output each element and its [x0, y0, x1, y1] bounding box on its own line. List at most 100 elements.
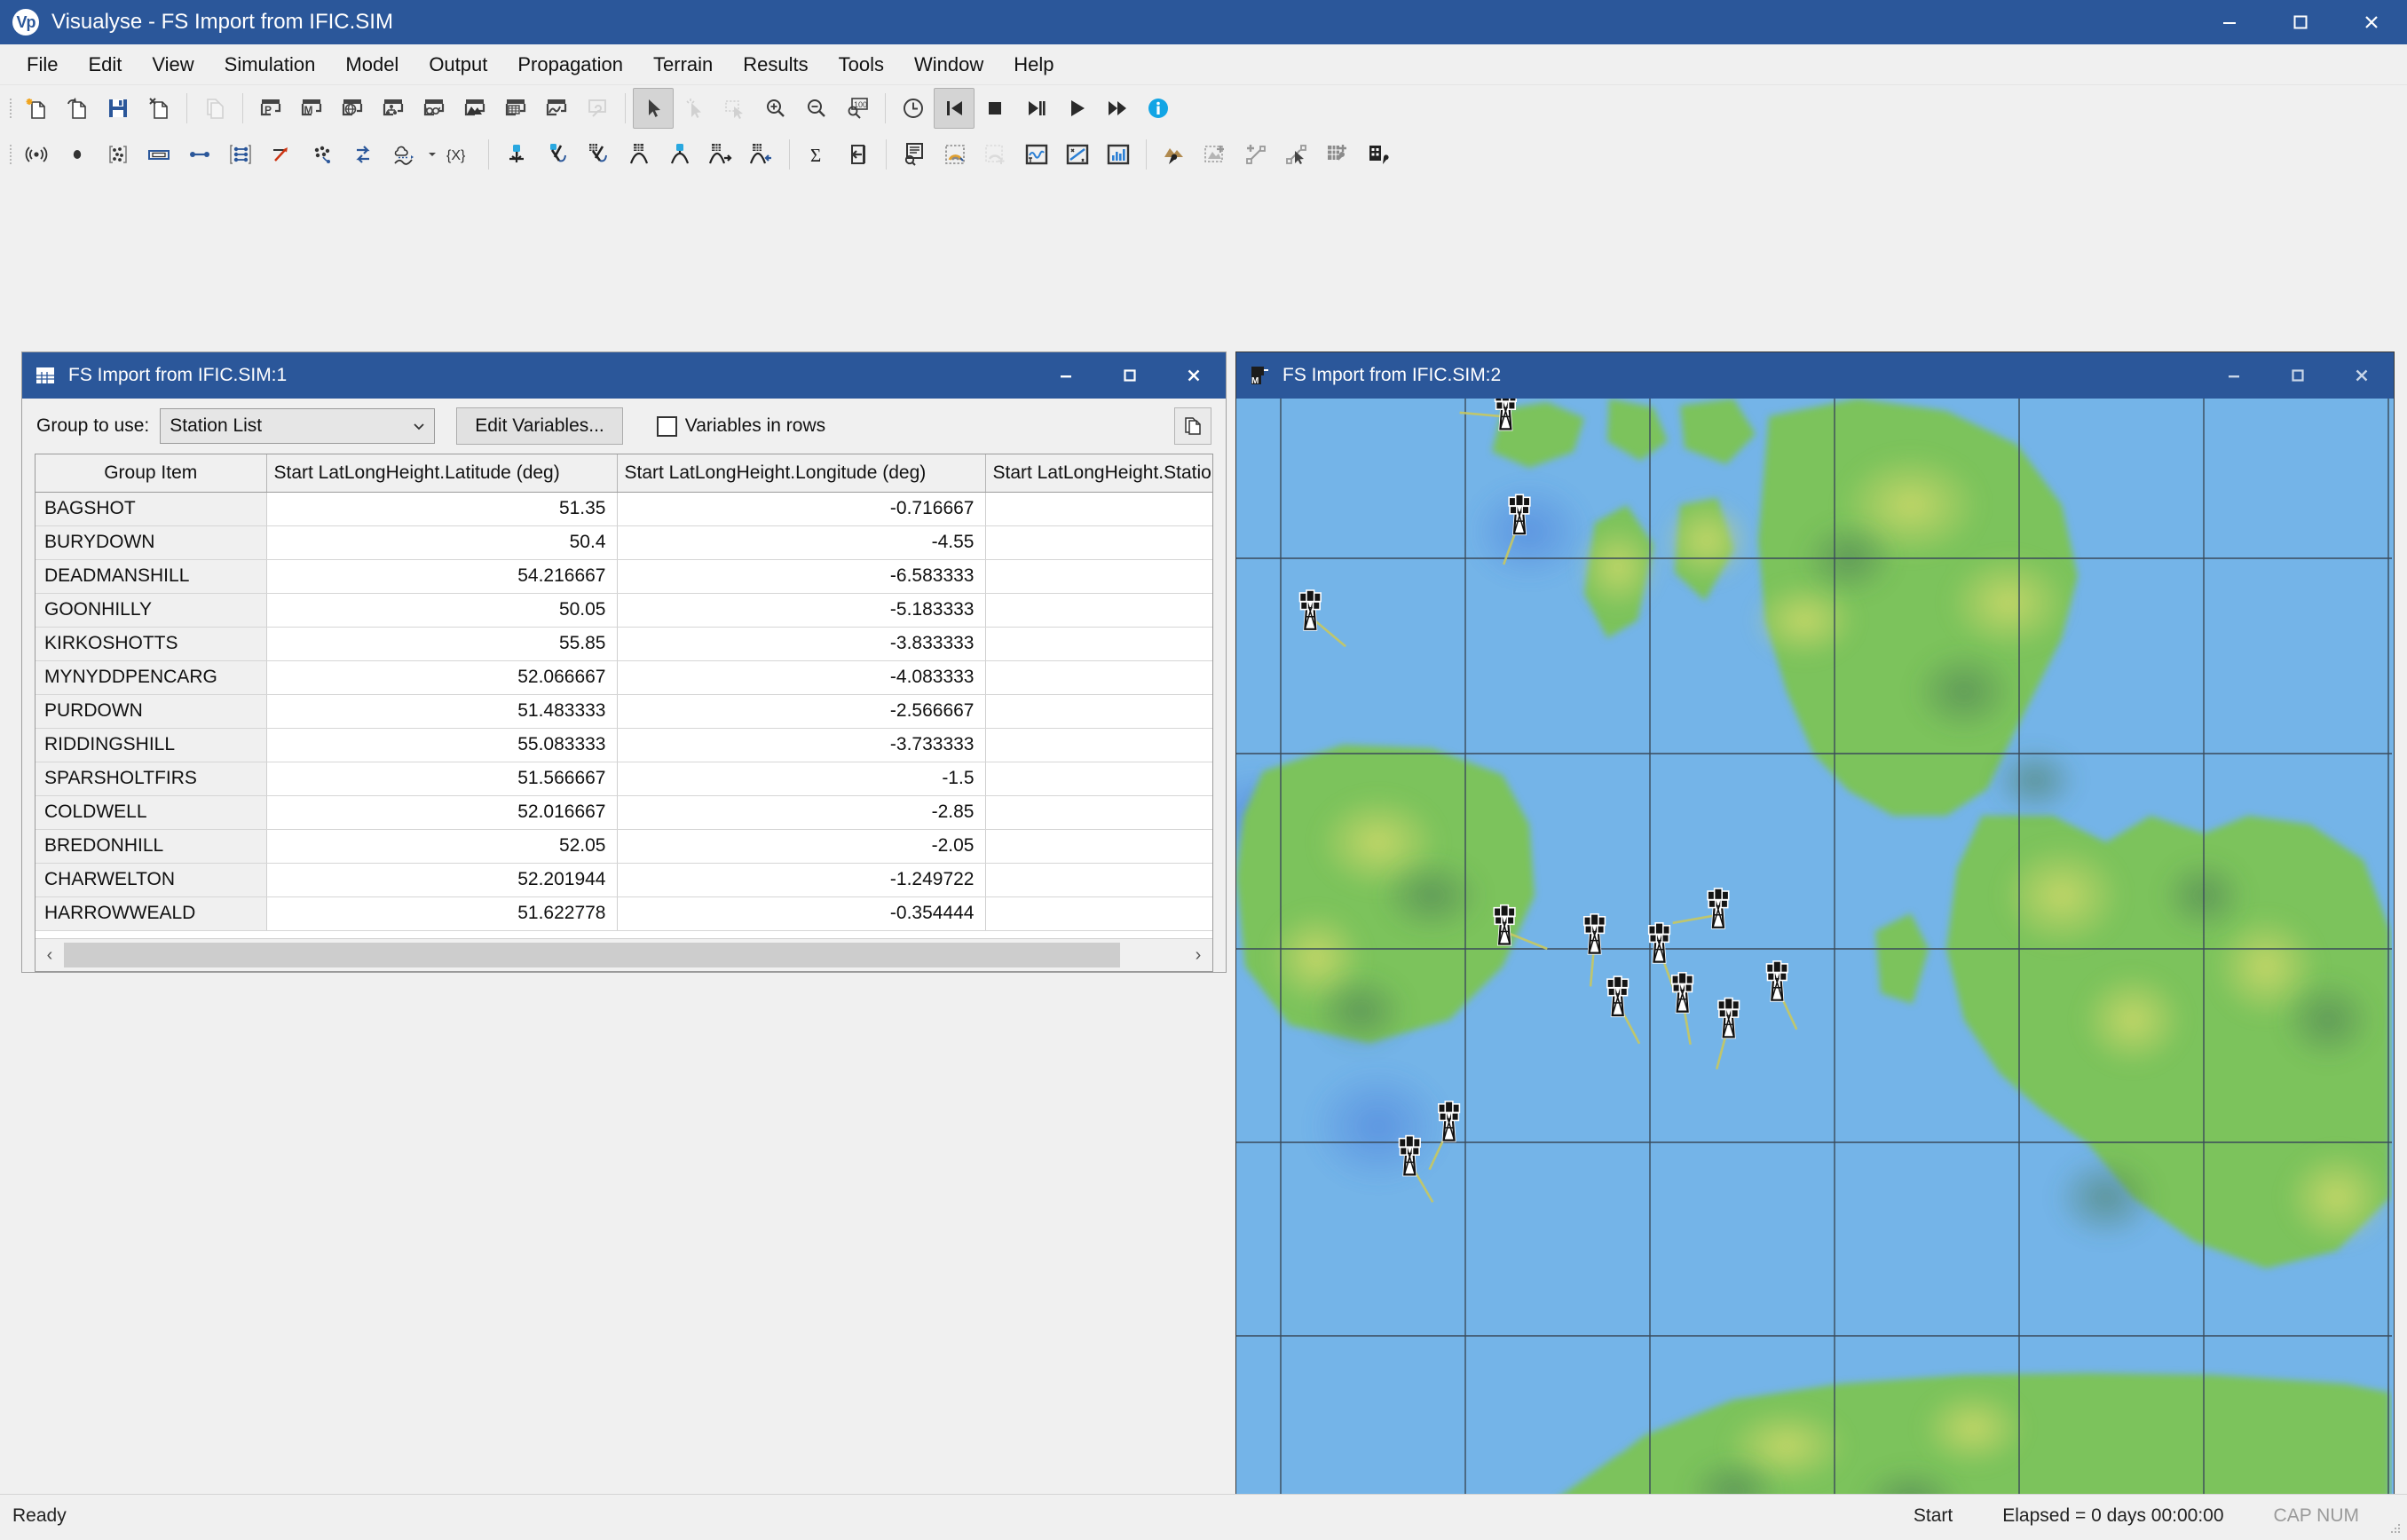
- vector-icon[interactable]: [261, 134, 302, 175]
- watch-window-icon[interactable]: [414, 88, 454, 129]
- import-icon[interactable]: [838, 134, 879, 175]
- variables-icon[interactable]: {X}: [440, 134, 481, 175]
- cell-height[interactable]: 20.0: [985, 896, 1212, 931]
- scroll-thumb[interactable]: [64, 943, 1120, 967]
- toolbar-grip[interactable]: [5, 139, 16, 170]
- menu-propagation[interactable]: Propagation: [503, 48, 637, 82]
- cell-height[interactable]: 20.0: [985, 593, 1212, 628]
- table-row[interactable]: SPARSHOLTFIRS51.566667-1.520.0: [36, 762, 1212, 796]
- new-file-icon[interactable]: [16, 88, 57, 129]
- cell-longitude[interactable]: -0.354444: [617, 896, 986, 931]
- cell-group-item[interactable]: BAGSHOT: [36, 492, 267, 526]
- terrain-settings-icon[interactable]: [1154, 134, 1195, 175]
- bar-plot-icon[interactable]: [1098, 134, 1139, 175]
- cell-longitude[interactable]: -4.55: [617, 525, 986, 560]
- cell-group-item[interactable]: COLDWELL: [36, 795, 267, 830]
- table-row[interactable]: GOONHILLY50.05-5.18333320.0: [36, 593, 1212, 628]
- chevron-down-icon[interactable]: [424, 135, 440, 174]
- toolbar-grip[interactable]: [5, 93, 16, 123]
- rx-station-icon[interactable]: [659, 134, 700, 175]
- cell-height[interactable]: 20.0: [985, 559, 1212, 594]
- stop-icon[interactable]: [975, 88, 1015, 129]
- table-row[interactable]: DEADMANSHILL54.216667-6.58333320.0: [36, 559, 1212, 594]
- rectangle-icon[interactable]: [138, 134, 179, 175]
- cell-height[interactable]: 20.0: [985, 660, 1212, 695]
- cell-latitude[interactable]: 54.216667: [266, 559, 618, 594]
- fast-forward-icon[interactable]: [1097, 88, 1138, 129]
- cell-height[interactable]: 20.0: [985, 762, 1212, 796]
- cell-group-item[interactable]: HARROWWEALD: [36, 896, 267, 931]
- model-window-icon[interactable]: M: [291, 88, 332, 129]
- table-row[interactable]: BURYDOWN50.4-4.5520.0: [36, 525, 1212, 560]
- grid-link-icon[interactable]: [578, 134, 619, 175]
- table-row[interactable]: PURDOWN51.483333-2.56666720.0: [36, 694, 1212, 729]
- variables-in-rows-checkbox[interactable]: [656, 415, 677, 437]
- cell-latitude[interactable]: 51.566667: [266, 762, 618, 796]
- cell-height[interactable]: 20.0: [985, 863, 1212, 897]
- cell-height[interactable]: 20.0: [985, 627, 1212, 661]
- cell-height[interactable]: 20.0: [985, 795, 1212, 830]
- close-file-icon[interactable]: [138, 88, 179, 129]
- group-to-use-select[interactable]: Station List: [160, 408, 436, 444]
- weather-path-icon[interactable]: [383, 134, 424, 175]
- grid-out-icon[interactable]: [700, 134, 741, 175]
- cell-latitude[interactable]: 55.083333: [266, 728, 618, 762]
- cell-group-item[interactable]: CHARWELTON: [36, 863, 267, 897]
- play-icon[interactable]: [1056, 88, 1097, 129]
- step-icon[interactable]: [1015, 88, 1056, 129]
- cell-height[interactable]: 20.0: [985, 492, 1212, 526]
- map-close-button[interactable]: [2330, 352, 2394, 399]
- menu-model[interactable]: Model: [331, 48, 413, 82]
- copy-to-clipboard-button[interactable]: [1174, 407, 1211, 445]
- scroll-left-button[interactable]: ‹: [36, 940, 64, 970]
- cell-height[interactable]: 20.0: [985, 728, 1212, 762]
- point-icon[interactable]: [57, 134, 98, 175]
- menu-window[interactable]: Window: [900, 48, 998, 82]
- buildings-add-icon[interactable]: [1317, 134, 1358, 175]
- results-log-icon[interactable]: [894, 134, 935, 175]
- horizontal-scrollbar[interactable]: ‹ ›: [36, 938, 1212, 971]
- map-minimize-button[interactable]: [2202, 352, 2266, 399]
- cell-latitude[interactable]: 55.85: [266, 627, 618, 661]
- skip-start-icon[interactable]: [934, 88, 975, 129]
- cell-height[interactable]: 20.0: [985, 829, 1212, 864]
- menu-terrain[interactable]: Terrain: [639, 48, 727, 82]
- table-row[interactable]: COLDWELL52.016667-2.8520.0: [36, 795, 1212, 830]
- terrain-add-icon[interactable]: [1195, 134, 1235, 175]
- column-header-group-item[interactable]: Group Item: [36, 454, 267, 493]
- cell-height[interactable]: 20.0: [985, 525, 1212, 560]
- cell-latitude[interactable]: 52.05: [266, 829, 618, 864]
- cell-latitude[interactable]: 50.4: [266, 525, 618, 560]
- cell-longitude[interactable]: -4.083333: [617, 660, 986, 695]
- zoom-in-icon[interactable]: [755, 88, 796, 129]
- cell-longitude[interactable]: -6.583333: [617, 559, 986, 594]
- cell-group-item[interactable]: DEADMANSHILL: [36, 559, 267, 594]
- cell-latitude[interactable]: 52.016667: [266, 795, 618, 830]
- zoom-100-icon[interactable]: 100: [837, 88, 878, 129]
- menu-help[interactable]: Help: [999, 48, 1068, 82]
- grid-in-icon[interactable]: [741, 134, 782, 175]
- sigma-icon[interactable]: Σ: [797, 134, 838, 175]
- link-icon[interactable]: [179, 134, 220, 175]
- maximize-button[interactable]: [2265, 0, 2336, 44]
- table-row[interactable]: BREDONHILL52.05-2.0520.0: [36, 829, 1212, 864]
- cell-group-item[interactable]: MYNYDDPENCARG: [36, 660, 267, 695]
- link-group-icon[interactable]: [220, 134, 261, 175]
- cell-latitude[interactable]: 52.066667: [266, 660, 618, 695]
- cell-longitude[interactable]: -2.05: [617, 829, 986, 864]
- cell-latitude[interactable]: 51.35: [266, 492, 618, 526]
- zoom-out-icon[interactable]: [796, 88, 837, 129]
- tx-station-icon[interactable]: [496, 134, 537, 175]
- cell-group-item[interactable]: BURYDOWN: [36, 525, 267, 560]
- path-select-icon[interactable]: [1276, 134, 1317, 175]
- tx-link-icon[interactable]: [537, 134, 578, 175]
- table-row[interactable]: KIRKOSHOTTS55.85-3.83333320.0: [36, 627, 1212, 661]
- buildings-settings-icon[interactable]: [1358, 134, 1399, 175]
- minimize-button[interactable]: [2194, 0, 2265, 44]
- table-row[interactable]: RIDDINGSHILL55.083333-3.73333320.0: [36, 728, 1212, 762]
- parameter-window-icon[interactable]: P: [250, 88, 291, 129]
- cell-group-item[interactable]: GOONHILLY: [36, 593, 267, 628]
- scroll-track[interactable]: [64, 940, 1184, 970]
- cell-latitude[interactable]: 51.483333: [266, 694, 618, 729]
- cell-longitude[interactable]: -3.733333: [617, 728, 986, 762]
